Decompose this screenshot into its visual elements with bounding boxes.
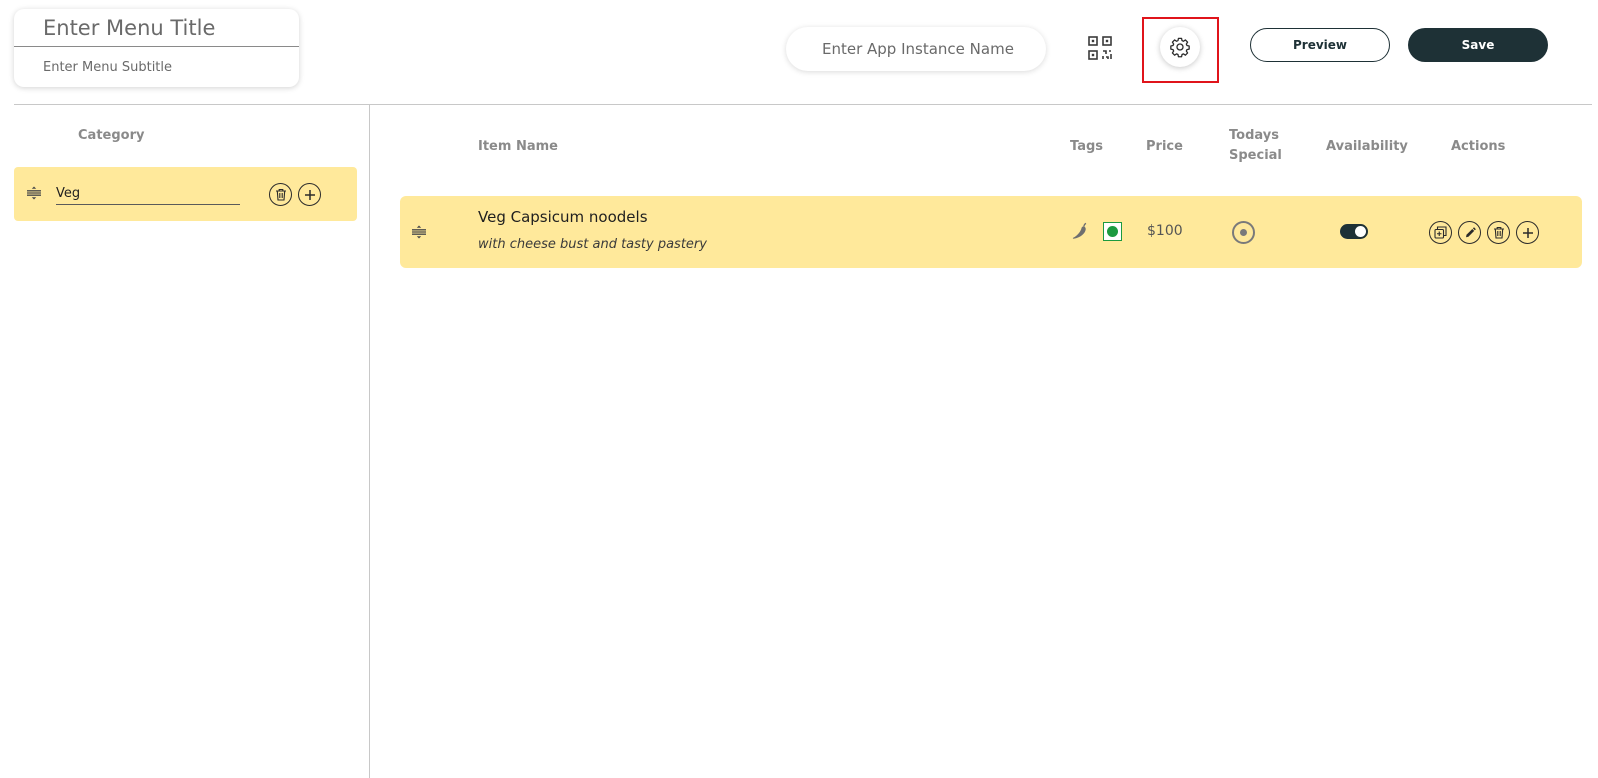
todays-special-radio[interactable]	[1232, 221, 1255, 244]
category-row[interactable]	[14, 167, 357, 221]
plus-icon	[1522, 227, 1533, 238]
gear-icon	[1170, 37, 1190, 58]
menu-title-input[interactable]	[14, 9, 299, 47]
header-divider	[14, 104, 1592, 105]
duplicate-icon	[1434, 226, 1447, 239]
availability-toggle[interactable]	[1340, 224, 1368, 239]
panel-divider	[369, 104, 370, 778]
column-header-actions: Actions	[1451, 139, 1506, 154]
menu-subtitle-input[interactable]	[14, 56, 299, 78]
item-description: with cheese bust and tasty pastery	[478, 237, 707, 252]
trash-icon	[275, 188, 286, 201]
add-item-button[interactable]	[1516, 221, 1539, 244]
pencil-icon	[1465, 226, 1476, 237]
trash-icon	[1493, 226, 1504, 239]
edit-item-button[interactable]	[1458, 221, 1481, 244]
chili-icon	[1070, 222, 1090, 246]
delete-item-button[interactable]	[1487, 221, 1510, 244]
delete-category-button[interactable]	[269, 183, 292, 206]
duplicate-item-button[interactable]	[1429, 221, 1452, 244]
column-header-todays-line2: Special	[1229, 148, 1282, 163]
item-name: Veg Capsicum noodels	[478, 208, 648, 226]
table-row[interactable]: Veg Capsicum noodels with cheese bust an…	[400, 196, 1582, 268]
category-column-header: Category	[78, 128, 145, 143]
qr-code-icon[interactable]	[1087, 35, 1113, 61]
item-price: $100	[1147, 223, 1183, 239]
column-header-price: Price	[1146, 139, 1183, 154]
column-header-item-name: Item Name	[478, 139, 558, 154]
add-category-button[interactable]	[298, 183, 321, 206]
drag-handle-icon[interactable]	[411, 224, 427, 243]
save-button[interactable]: Save	[1408, 28, 1548, 62]
plus-icon	[304, 189, 315, 200]
column-header-availability: Availability	[1326, 139, 1408, 154]
category-name-input[interactable]	[56, 183, 240, 205]
column-header-todays-special: Todays Special	[1229, 126, 1282, 166]
menu-title-card	[14, 9, 299, 87]
drag-handle-icon[interactable]	[26, 185, 42, 204]
veg-icon	[1103, 222, 1122, 241]
column-header-tags: Tags	[1070, 139, 1104, 154]
settings-button[interactable]	[1160, 27, 1200, 67]
app-instance-name-input[interactable]	[786, 27, 1046, 71]
column-header-todays-line1: Todays	[1229, 128, 1279, 143]
preview-button[interactable]: Preview	[1250, 28, 1390, 62]
